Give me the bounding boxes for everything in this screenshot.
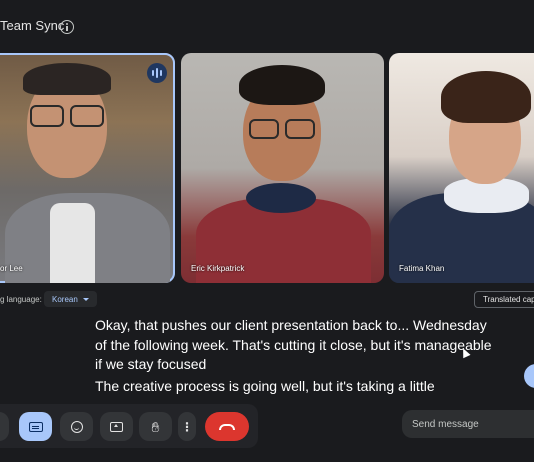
speaking-language-label: g language: (0, 295, 42, 304)
captions-button[interactable] (19, 412, 52, 441)
info-icon[interactable] (60, 20, 74, 34)
raise-hand-icon: ✋︎ (151, 418, 160, 435)
more-options-icon: ⋮ (181, 419, 193, 434)
side-panel-button[interactable] (524, 364, 534, 388)
send-message-input[interactable]: Send message (402, 410, 534, 438)
emoji-icon (70, 420, 83, 433)
speaking-indicator-icon (147, 63, 167, 83)
raise-hand-button[interactable]: ✋︎ (139, 412, 172, 441)
participant-name: Fatima Khan (399, 264, 445, 273)
caption-line: The creative process is going well, but … (95, 378, 435, 394)
participant-tile-1[interactable]: or Lee (0, 53, 175, 283)
present-screen-button[interactable] (100, 412, 133, 441)
emoji-reaction-button[interactable] (60, 412, 93, 441)
meeting-title-text: Team Sync (0, 18, 65, 33)
partial-control-button[interactable] (0, 412, 9, 441)
participant-name: Eric Kirkpatrick (191, 264, 245, 273)
control-bar: ✋︎ ⋮ (0, 404, 258, 448)
translated-captions-label: Translated captions (483, 295, 534, 304)
chevron-down-icon (82, 297, 89, 301)
language-select-value: Korean (52, 294, 78, 304)
present-icon (110, 421, 123, 432)
language-select[interactable]: Korean (44, 291, 97, 307)
participant-tile-3[interactable]: Fatima Khan (389, 53, 534, 283)
caption-line: Okay, that pushes our client presentatio… (95, 317, 492, 372)
end-call-button[interactable] (205, 412, 249, 441)
participant-name: or Lee (0, 264, 23, 273)
send-message-placeholder: Send message (412, 418, 479, 430)
meeting-title: Team Sync (0, 18, 64, 33)
participant-tile-2[interactable]: Eric Kirkpatrick (181, 53, 384, 283)
translated-captions-button[interactable]: Translated captions (474, 291, 534, 308)
end-call-icon (219, 423, 235, 430)
more-options-button[interactable]: ⋮ (178, 412, 196, 441)
captions-icon (28, 421, 43, 432)
